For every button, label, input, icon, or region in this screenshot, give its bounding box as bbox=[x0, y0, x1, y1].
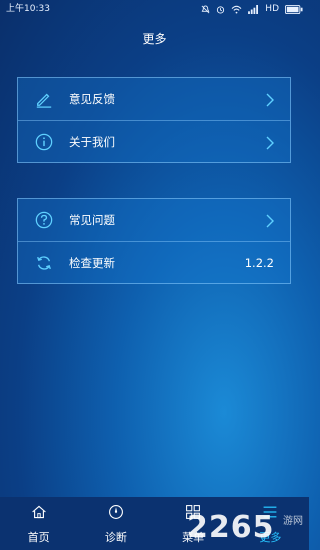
page-title: 更多 bbox=[142, 32, 167, 46]
tab-home-label: 首页 bbox=[27, 531, 50, 544]
check-update-label: 检查更新 bbox=[69, 255, 115, 270]
feedback-label: 意见反馈 bbox=[69, 92, 115, 106]
version-number: 1.2.2 bbox=[244, 255, 274, 270]
about-us-item[interactable]: 关于我们 bbox=[18, 120, 290, 162]
alarm-icon bbox=[216, 5, 225, 14]
question-icon bbox=[35, 211, 53, 229]
chevron-right-icon bbox=[266, 213, 274, 228]
menu-group-2: 常见问题 检查更新 1.2.2 bbox=[17, 198, 291, 284]
watermark-digits: 2265 bbox=[187, 510, 275, 545]
tab-diagnose-label: 诊断 bbox=[104, 531, 127, 544]
diagnose-icon bbox=[107, 503, 125, 521]
status-time: 上午10:33 bbox=[6, 4, 50, 14]
about-us-label: 关于我们 bbox=[69, 134, 115, 149]
chevron-right-icon bbox=[266, 92, 274, 107]
network-type: HD bbox=[265, 4, 279, 14]
faq-item[interactable]: 常见问题 bbox=[18, 199, 290, 241]
signal-icon bbox=[248, 4, 259, 14]
watermark-logo: 2265 游网 bbox=[187, 508, 307, 546]
tab-diagnose[interactable]: 诊断 bbox=[77, 497, 154, 550]
faq-label: 常见问题 bbox=[69, 213, 115, 227]
watermark-text: 游网 bbox=[283, 516, 303, 527]
chevron-right-icon bbox=[266, 135, 274, 150]
feedback-item[interactable]: 意见反馈 bbox=[18, 78, 290, 120]
home-icon bbox=[30, 503, 48, 521]
status-bar: 上午10:33 HD bbox=[0, 0, 309, 18]
tab-home[interactable]: 首页 bbox=[0, 497, 77, 550]
check-update-item[interactable]: 检查更新 1.2.2 bbox=[18, 241, 290, 283]
refresh-icon bbox=[35, 254, 53, 272]
wifi-icon bbox=[231, 5, 242, 14]
battery-icon bbox=[285, 4, 303, 14]
mute-icon bbox=[201, 4, 210, 14]
status-icons: HD bbox=[201, 0, 303, 18]
menu-group-1: 意见反馈 关于我们 bbox=[17, 77, 291, 163]
info-icon bbox=[35, 133, 53, 151]
edit-icon bbox=[35, 90, 53, 108]
